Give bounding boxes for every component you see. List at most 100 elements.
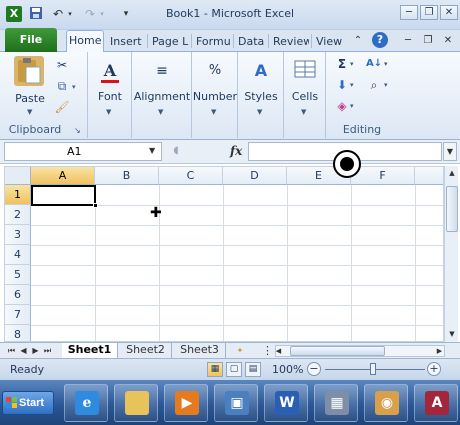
column-header-d[interactable]: D — [223, 167, 287, 185]
copy-dropdown-icon[interactable]: ▾ — [72, 83, 76, 91]
sheet-tab-sheet3[interactable]: Sheet3 — [174, 343, 226, 358]
tab-page-layout[interactable]: Page L — [150, 33, 190, 52]
clear-icon[interactable]: ◈ — [334, 98, 350, 114]
sort-filter-icon[interactable]: A↓ — [366, 56, 382, 72]
autosum-dropdown-icon[interactable]: ▾ — [350, 60, 354, 68]
styles-icon[interactable]: A — [246, 56, 276, 86]
row-header-4[interactable]: 4 — [5, 245, 31, 265]
horizontal-scrollbar[interactable] — [275, 345, 445, 357]
scroll-down-icon[interactable]: ▼ — [446, 327, 458, 341]
minimize-button[interactable]: ─ — [400, 5, 418, 20]
tab-data[interactable]: Data — [236, 33, 266, 52]
workbook-restore-icon[interactable]: ❐ — [420, 33, 436, 49]
internet-explorer-icon[interactable]: e — [64, 384, 108, 422]
row-header-1[interactable]: 1 — [5, 185, 31, 205]
first-sheet-icon[interactable]: ⏮ — [6, 344, 17, 357]
row-header-2[interactable]: 2 — [5, 205, 31, 225]
tab-split-handle-icon[interactable]: ⋮ — [262, 344, 273, 357]
font-color-icon[interactable]: A — [95, 56, 125, 86]
normal-view-icon[interactable]: ▦ — [207, 362, 223, 377]
scroll-right-icon[interactable]: ▶ — [434, 345, 445, 358]
clear-dropdown-icon[interactable]: ▾ — [350, 102, 354, 110]
format-painter-icon[interactable]: 🖌 — [54, 99, 70, 115]
font-label[interactable]: Font — [88, 90, 132, 103]
help-icon[interactable]: ? — [372, 32, 388, 48]
autosum-icon[interactable]: Σ — [334, 56, 350, 72]
insert-function-button[interactable]: fx — [230, 144, 242, 158]
tab-view[interactable]: View — [314, 33, 344, 52]
active-cell-a1[interactable] — [31, 185, 96, 206]
row-header-8[interactable]: 8 — [5, 325, 31, 341]
close-button[interactable]: ✕ — [440, 5, 458, 20]
sheet-tab-sheet2[interactable]: Sheet2 — [120, 343, 172, 358]
clipboard-launcher-icon[interactable]: ↘ — [74, 126, 81, 135]
row-header-6[interactable]: 6 — [5, 285, 31, 305]
next-sheet-icon[interactable]: ▶ — [30, 344, 41, 357]
styles-dropdown-icon[interactable]: ▼ — [257, 108, 262, 116]
zoom-level[interactable]: 100% — [272, 363, 303, 376]
tab-review[interactable]: Review — [271, 33, 309, 52]
scroll-up-icon[interactable]: ▲ — [446, 166, 458, 180]
scroll-left-icon[interactable]: ◀ — [273, 345, 284, 358]
cut-icon[interactable]: ✂ — [54, 57, 70, 73]
styles-label[interactable]: Styles — [238, 90, 284, 103]
page-break-view-icon[interactable]: ▤ — [245, 362, 261, 377]
access-icon[interactable]: A — [414, 384, 458, 422]
fill-icon[interactable]: ⬇ — [334, 77, 350, 93]
workbook-close-icon[interactable]: ✕ — [440, 33, 456, 49]
word-icon[interactable]: W — [264, 384, 308, 422]
column-header-c[interactable]: C — [159, 167, 223, 185]
column-header-a[interactable]: A — [31, 167, 95, 185]
page-layout-view-icon[interactable]: ▢ — [226, 362, 242, 377]
copy-icon[interactable]: ⧉ — [54, 78, 70, 94]
worksheet-grid[interactable]: A B C D E F 1 2 3 4 5 6 7 8 — [4, 166, 444, 342]
paint-icon[interactable]: ◉ — [364, 384, 408, 422]
vertical-scrollbar[interactable]: ▲ ▼ — [444, 166, 458, 342]
minimize-ribbon-icon[interactable]: ⌃ — [350, 33, 366, 49]
alignment-icon[interactable]: ≡ — [147, 56, 177, 86]
row-header-7[interactable]: 7 — [5, 305, 31, 325]
zoom-slider-thumb[interactable] — [370, 363, 376, 375]
formula-bar-splitter-icon[interactable]: ◖ — [168, 143, 184, 159]
calculator-icon[interactable]: ▦ — [314, 384, 358, 422]
expand-formula-bar-icon[interactable]: ▼ — [443, 142, 457, 161]
tab-file[interactable]: File — [5, 28, 57, 52]
cells-label[interactable]: Cells — [284, 90, 326, 103]
fill-dropdown-icon[interactable]: ▾ — [350, 81, 354, 89]
vertical-scroll-thumb[interactable] — [446, 186, 458, 232]
zoom-in-button[interactable]: + — [427, 362, 441, 376]
alignment-dropdown-icon[interactable]: ▼ — [158, 108, 163, 116]
tab-home[interactable]: Home — [66, 30, 104, 53]
prev-sheet-icon[interactable]: ◀ — [18, 344, 29, 357]
insert-sheet-icon[interactable]: ✦ — [232, 344, 248, 357]
paste-icon[interactable] — [14, 56, 44, 86]
name-box[interactable]: A1 — [4, 142, 162, 161]
workbook-minimize-icon[interactable]: ─ — [400, 33, 416, 49]
paste-dropdown-icon[interactable]: ▼ — [27, 108, 32, 116]
number-label[interactable]: Number — [192, 90, 238, 103]
column-header-f[interactable]: F — [351, 167, 415, 185]
sheet-tab-sheet1[interactable]: Sheet1 — [62, 343, 118, 358]
fill-handle[interactable] — [93, 203, 98, 208]
name-box-dropdown-icon[interactable]: ▼ — [149, 146, 155, 155]
find-select-icon[interactable]: ⌕ — [366, 77, 382, 93]
cells-dropdown-icon[interactable]: ▼ — [301, 108, 306, 116]
column-header-partial[interactable] — [415, 167, 443, 185]
number-dropdown-icon[interactable]: ▼ — [211, 108, 216, 116]
row-header-5[interactable]: 5 — [5, 265, 31, 285]
zoom-out-button[interactable]: − — [307, 362, 321, 376]
file-explorer-icon[interactable] — [114, 384, 158, 422]
font-dropdown-icon[interactable]: ▼ — [106, 108, 111, 116]
remote-desktop-icon[interactable]: ▣ — [214, 384, 258, 422]
cells-icon[interactable] — [290, 56, 320, 86]
tab-formulas[interactable]: Formu — [194, 33, 231, 52]
number-format-icon[interactable]: % — [200, 56, 230, 86]
tab-insert[interactable]: Insert — [108, 33, 146, 52]
start-button[interactable]: Start — [2, 391, 54, 415]
alignment-label[interactable]: Alignment — [132, 90, 192, 103]
media-player-icon[interactable]: ▶ — [164, 384, 208, 422]
last-sheet-icon[interactable]: ⏭ — [42, 344, 53, 357]
find-select-dropdown-icon[interactable]: ▾ — [384, 81, 388, 89]
restore-button[interactable]: ❐ — [420, 5, 438, 20]
select-all-button[interactable] — [5, 167, 31, 185]
